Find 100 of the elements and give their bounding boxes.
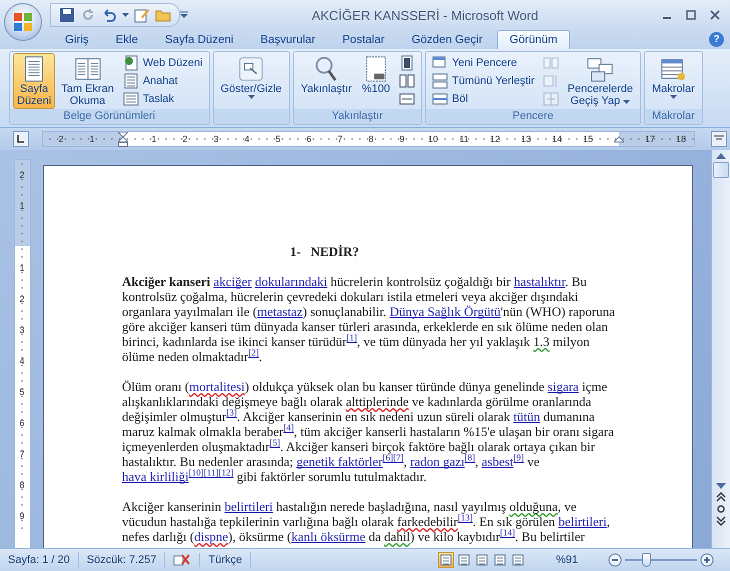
ribbon-tab[interactable]: Başvurular: [247, 30, 328, 49]
scroll-down-icon[interactable]: [716, 482, 726, 490]
scrollbar[interactable]: [711, 150, 730, 548]
link[interactable]: belirtileri: [558, 514, 607, 529]
ribbon-button[interactable]: Sayfa Düzeni: [13, 53, 56, 109]
link[interactable]: belirtileri: [224, 499, 273, 514]
link[interactable]: asbest: [482, 454, 514, 469]
tab-stop-icon[interactable]: [13, 131, 29, 147]
footnote-link[interactable]: [11]: [204, 468, 218, 478]
ruler-number: 2: [18, 294, 26, 304]
ribbon-button[interactable]: Web Düzeni: [120, 54, 206, 72]
footnote-link[interactable]: [9]: [513, 452, 524, 463]
footnote-link[interactable]: [7]: [393, 452, 404, 463]
link[interactable]: tütün: [513, 409, 540, 424]
link[interactable]: mortalitesi: [189, 379, 245, 394]
link[interactable]: genetik faktörler: [296, 454, 383, 469]
window-title: AKCİĞER KANSSERİ - Microsoft Word: [310, 8, 540, 22]
group-label: Makrolar: [644, 109, 702, 124]
word-count[interactable]: Sözcük: 7.257: [78, 552, 166, 568]
ribbon-button[interactable]: Tam Ekran Okuma: [57, 53, 118, 109]
footnote-link[interactable]: [14]: [500, 528, 516, 538]
spelling-check-icon[interactable]: [173, 553, 192, 567]
ribbon-tab[interactable]: Giriş: [52, 30, 102, 49]
ruler-number: 6: [18, 418, 26, 428]
footnote-link[interactable]: [3]: [226, 408, 237, 418]
list-icon: [122, 73, 139, 89]
view-button[interactable]: [474, 552, 490, 568]
ruler-number: 4: [18, 356, 26, 366]
previous-page-icon[interactable]: [716, 492, 726, 502]
footnote-link[interactable]: [1]: [346, 332, 358, 343]
indent-marker-icon[interactable]: [118, 132, 128, 147]
view-ruler-icon[interactable]: [711, 131, 727, 147]
view-button[interactable]: [510, 552, 526, 568]
customize-caret-icon[interactable]: [180, 11, 188, 19]
group-label: Belge Görünümleri: [10, 109, 209, 124]
link[interactable]: Dünya Sağlık Örgütü: [390, 304, 501, 319]
ribbon-tab[interactable]: Görünüm: [496, 30, 570, 49]
edit-icon[interactable]: [134, 7, 150, 23]
ruler-number: 12: [488, 134, 501, 144]
page-count[interactable]: Sayfa: 1 / 20: [0, 552, 79, 568]
ribbon-button[interactable]: Pencerelerde Geçiş Yap: [564, 53, 637, 109]
ribbon-tab[interactable]: Gözden Geçir: [398, 30, 496, 49]
ribbon-button[interactable]: Göster/Gizle: [216, 53, 286, 101]
scroll-up-icon[interactable]: [716, 152, 726, 160]
view-button[interactable]: [492, 552, 508, 568]
ribbon-button[interactable]: Taslak: [120, 90, 206, 108]
link[interactable]: hava kirliliği: [122, 469, 189, 484]
office-button[interactable]: [4, 3, 42, 41]
ruler-number: 7: [18, 449, 26, 459]
footnote-link[interactable]: [6]: [382, 452, 394, 463]
stacked-windows-icon: [432, 73, 448, 89]
view-icon: [476, 554, 488, 566]
heading: 1- NEDİR?: [290, 244, 360, 259]
ruler-number: 2: [57, 134, 64, 144]
view-icon: [440, 554, 452, 566]
zoom-in-icon[interactable]: [700, 553, 714, 567]
footnote-link[interactable]: [12]: [218, 468, 234, 478]
zoom-level[interactable]: %91: [556, 554, 578, 566]
ribbon-button[interactable]: Makrolar: [648, 53, 699, 101]
link[interactable]: akciğer: [213, 274, 252, 289]
ribbon-button[interactable]: Yeni Pencere: [428, 54, 538, 72]
link[interactable]: kanlı öksürme: [291, 529, 366, 544]
ruler-number: 18: [674, 134, 687, 144]
zoom-out-icon[interactable]: [608, 553, 622, 567]
footnote-link[interactable]: [13]: [458, 512, 473, 523]
browse-object-icon[interactable]: [716, 504, 726, 514]
lines-icon: [122, 91, 139, 107]
ribbon-tab[interactable]: Ekle: [102, 30, 152, 49]
split-window-icon: [432, 91, 448, 107]
footnote-link[interactable]: [2]: [248, 348, 259, 358]
ribbon-button[interactable]: Böl: [428, 90, 538, 108]
next-page-icon[interactable]: [716, 516, 726, 526]
close-icon[interactable]: [710, 10, 720, 20]
ribbon-button[interactable]: %100: [358, 53, 394, 97]
ribbon-button[interactable]: Yakınlaştır: [296, 53, 356, 97]
view-button[interactable]: [438, 552, 454, 568]
help-button[interactable]: ?: [709, 32, 724, 47]
ruler-number: 9: [398, 134, 406, 144]
ribbon-tab[interactable]: Sayfa Düzeni: [152, 30, 246, 49]
ruler-number: 2: [181, 134, 188, 144]
view-button[interactable]: [456, 552, 472, 568]
ribbon-button[interactable]: Anahat: [120, 72, 206, 90]
link[interactable]: radon gazı: [410, 454, 465, 469]
link[interactable]: metastaz: [257, 304, 303, 319]
save-icon[interactable]: [59, 7, 75, 23]
link[interactable]: hastalıktır: [514, 274, 566, 289]
ribbon-button[interactable]: Tümünü Yerleştir: [428, 72, 538, 90]
link[interactable]: dispne: [194, 529, 228, 544]
link[interactable]: dokularındaki: [255, 274, 328, 289]
footnote-link[interactable]: [5]: [270, 438, 280, 448]
footnote-link[interactable]: [8]: [464, 452, 476, 463]
link[interactable]: sigara: [548, 379, 579, 394]
ribbon-tab[interactable]: Postalar: [329, 30, 398, 49]
ruler-number: 1: [18, 201, 26, 211]
maximize-icon[interactable]: [686, 10, 696, 20]
language[interactable]: Türkçe: [200, 552, 252, 568]
slider-thumb[interactable]: [642, 553, 652, 567]
footnote-link[interactable]: [10]: [188, 468, 204, 478]
footnote-link[interactable]: [4]: [283, 422, 294, 433]
scroll-thumb[interactable]: [713, 162, 729, 178]
